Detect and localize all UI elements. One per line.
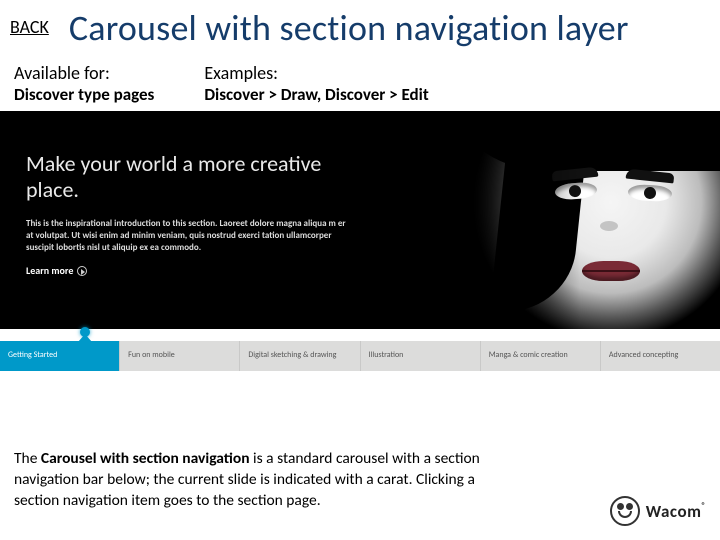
hero-text: Make your world a more creative place. T… bbox=[26, 151, 346, 279]
hero-image-shape bbox=[460, 111, 580, 329]
learn-more-label: Learn more bbox=[26, 264, 73, 277]
nav-item-manga-comic[interactable]: Manga & comic creation bbox=[481, 341, 601, 371]
hero-image-shape bbox=[628, 184, 673, 202]
available-label: Available for: bbox=[14, 62, 154, 84]
description: The Carousel with section navigation is … bbox=[14, 449, 514, 512]
desc-lead: The bbox=[14, 449, 41, 468]
header: BACK Carousel with section navigation la… bbox=[0, 0, 720, 50]
carousel-mock: Make your world a more creative place. T… bbox=[0, 111, 720, 371]
nav-item-getting-started[interactable]: Getting Started bbox=[0, 341, 120, 371]
hero-body: This is the inspirational introduction t… bbox=[26, 218, 346, 254]
back-link[interactable]: BACK bbox=[10, 16, 49, 38]
nav-item-label: Manga & comic creation bbox=[489, 351, 568, 360]
nav-item-label: Digital sketching & drawing bbox=[248, 351, 336, 360]
nav-item-label: Fun on mobile bbox=[128, 351, 175, 360]
meta-examples: Examples: Discover > Draw, Discover > Ed… bbox=[204, 62, 428, 105]
arrow-circle-icon bbox=[77, 266, 87, 276]
hero-headline: Make your world a more creative place. bbox=[26, 151, 346, 204]
examples-value: Discover > Draw, Discover > Edit bbox=[204, 84, 428, 105]
hero-image-shape bbox=[600, 221, 618, 231]
section-nav-wrap: Getting Started Fun on mobile Digital sk… bbox=[0, 329, 720, 371]
meta-available: Available for: Discover type pages bbox=[14, 62, 154, 105]
nav-item-label: Getting Started bbox=[8, 351, 57, 360]
examples-label: Examples: bbox=[204, 62, 428, 84]
section-nav: Getting Started Fun on mobile Digital sk… bbox=[0, 341, 720, 371]
hero-image bbox=[460, 111, 720, 329]
nav-item-label: Advanced concepting bbox=[609, 351, 678, 360]
desc-bold: Carousel with section navigation bbox=[41, 449, 250, 468]
carat-row bbox=[0, 329, 720, 341]
nav-item-advanced-concepting[interactable]: Advanced concepting bbox=[601, 341, 720, 371]
hero-image-shape bbox=[582, 261, 640, 281]
carat-icon bbox=[78, 334, 92, 342]
wacom-logo-icon bbox=[610, 496, 640, 526]
nav-item-illustration[interactable]: Illustration bbox=[361, 341, 481, 371]
page-title: Carousel with section navigation layer bbox=[69, 6, 629, 50]
available-value: Discover type pages bbox=[14, 84, 154, 105]
nav-item-digital-sketching[interactable]: Digital sketching & drawing bbox=[240, 341, 360, 371]
nav-item-fun-on-mobile[interactable]: Fun on mobile bbox=[120, 341, 240, 371]
wacom-logo: Wacom® bbox=[610, 496, 706, 526]
slide: BACK Carousel with section navigation la… bbox=[0, 0, 720, 540]
meta-row: Available for: Discover type pages Examp… bbox=[0, 50, 720, 111]
wacom-logo-text: Wacom® bbox=[646, 501, 706, 522]
nav-item-label: Illustration bbox=[369, 351, 404, 360]
learn-more-link[interactable]: Learn more bbox=[26, 264, 87, 277]
